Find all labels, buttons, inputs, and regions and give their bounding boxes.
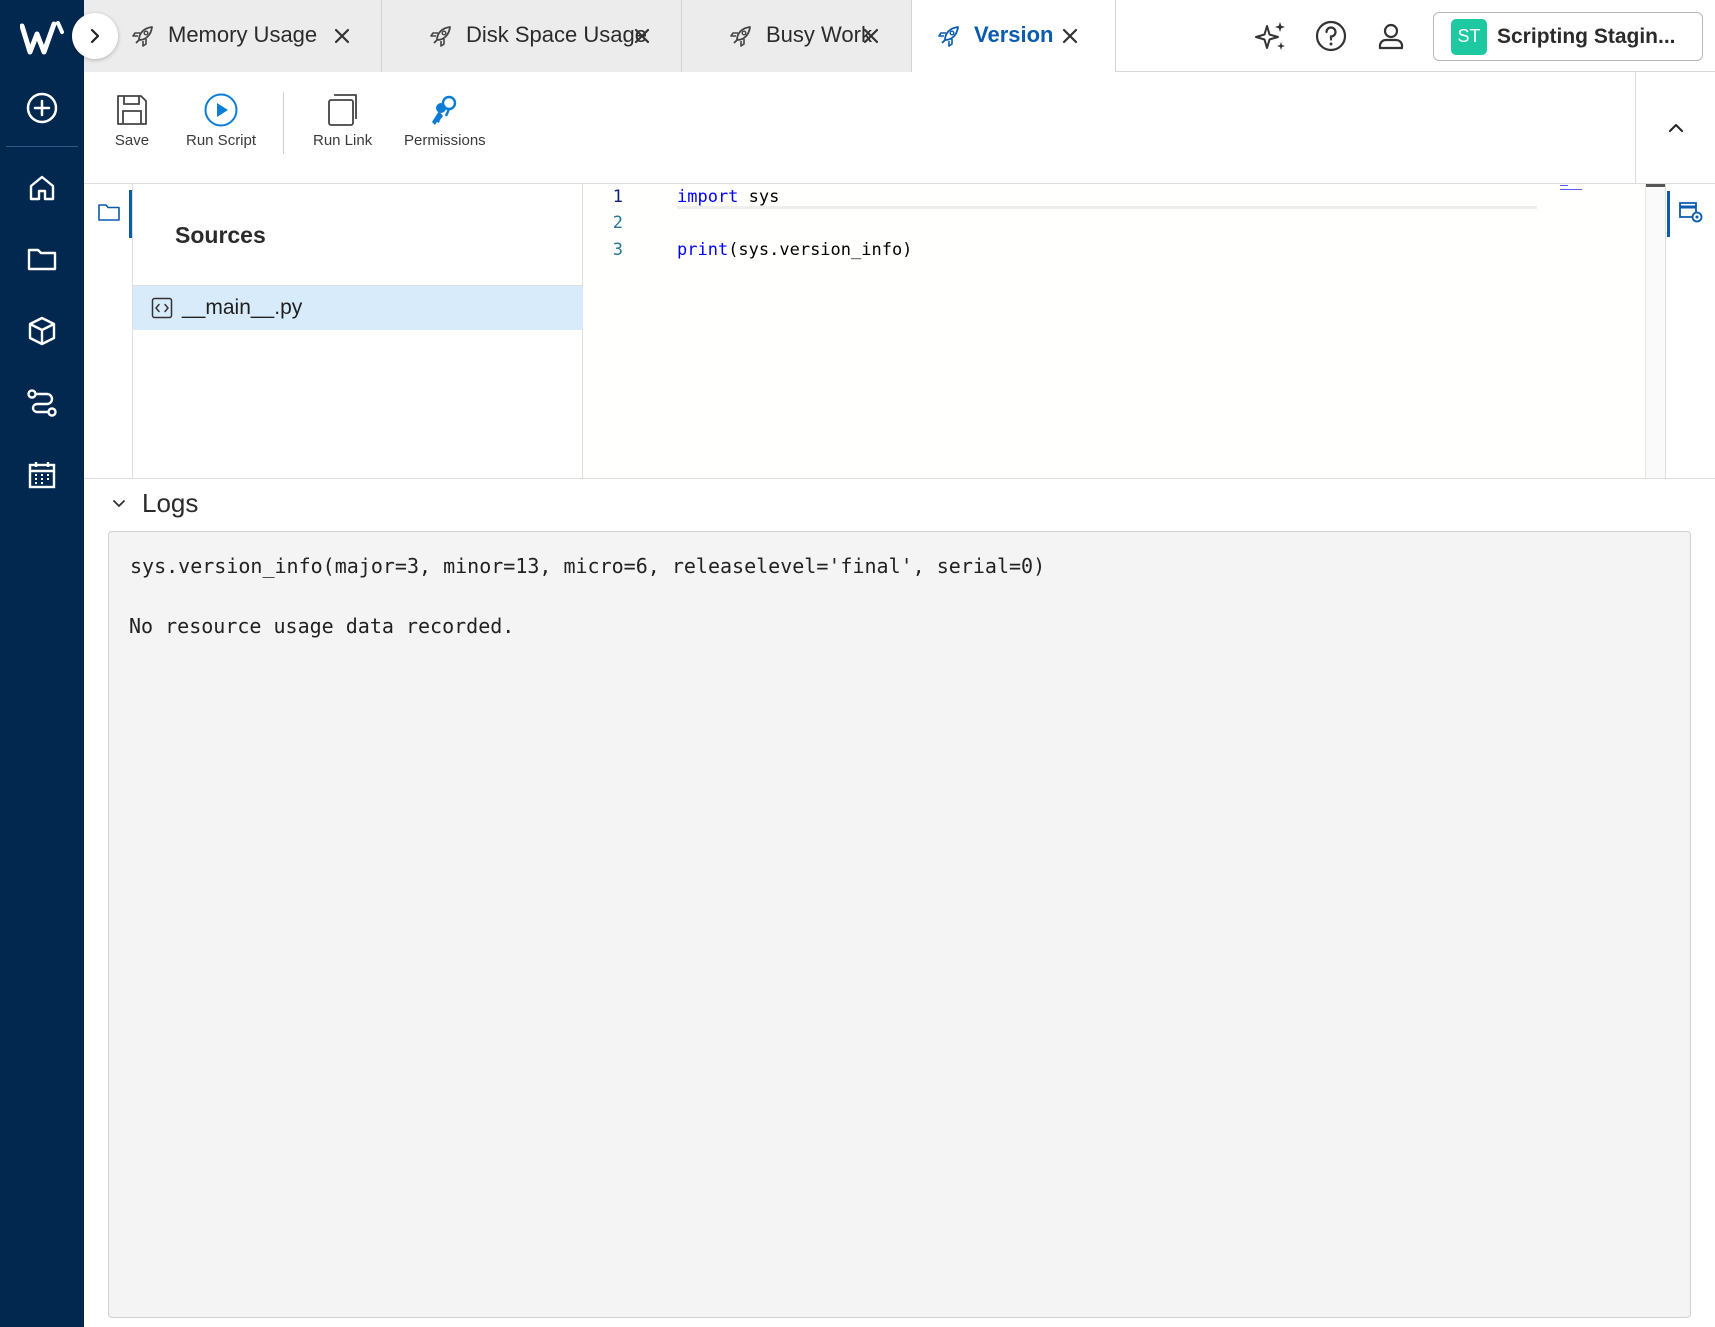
code-text: sys: [738, 187, 780, 207]
run-link-button[interactable]: Run Link: [313, 90, 372, 149]
tab-disk-space-usage[interactable]: Disk Space Usage: [382, 0, 682, 72]
copy-icon: [327, 94, 357, 126]
cube-icon: [28, 316, 56, 346]
key-icon: [431, 95, 457, 125]
plus-circle-icon: [26, 92, 58, 124]
code-keyword: import: [677, 187, 739, 207]
sources-title: Sources: [175, 222, 266, 248]
tab-version[interactable]: Version: [912, 0, 1116, 73]
workspace-name: Scripting Stagin...: [1497, 24, 1676, 48]
chevron-up-icon: [1668, 124, 1683, 132]
user-profile-button[interactable]: [1371, 16, 1411, 56]
create-button[interactable]: [0, 78, 84, 138]
logs-output[interactable]: sys.version_info(major=3, minor=13, micr…: [108, 531, 1691, 1318]
help-icon: [1315, 20, 1347, 52]
right-active-indicator: [1667, 191, 1670, 237]
code-line-3: print(sys.version_info): [677, 240, 912, 260]
play-circle-icon: [204, 93, 238, 127]
workflow-icon: [27, 389, 57, 417]
logs-title: Logs: [142, 488, 199, 518]
line-number: 1: [612, 187, 623, 207]
code-editor[interactable]: 1 2 3 import sys print(sys.version_info): [583, 184, 1645, 478]
nav-rail: [0, 0, 84, 1327]
chevron-right-icon: [90, 28, 100, 44]
close-icon[interactable]: [1058, 24, 1082, 48]
code-minimap[interactable]: [1558, 184, 1598, 194]
rocket-icon: [430, 26, 451, 47]
code-text: (sys.version_info): [728, 240, 913, 260]
workspace-selector[interactable]: ST Scripting Stagin...: [1433, 12, 1703, 61]
tab-label: Busy Work: [766, 22, 872, 47]
save-label: Save: [114, 132, 150, 149]
run-script-label: Run Script: [186, 132, 257, 149]
folder-icon: [27, 248, 57, 271]
tab-label: Memory Usage: [168, 22, 318, 47]
code-line-1: import sys: [677, 187, 779, 207]
line-number: 2: [612, 213, 623, 233]
nav-home[interactable]: [0, 158, 84, 218]
line-number: 3: [612, 240, 623, 260]
home-icon: [29, 175, 55, 201]
nav-schedules[interactable]: [0, 445, 84, 505]
close-icon[interactable]: [859, 24, 883, 48]
file-name: __main__.py: [182, 296, 303, 319]
log-line: No resource usage data recorded.: [129, 614, 515, 638]
user-icon: [1378, 23, 1404, 50]
permissions-label: Permissions: [404, 132, 486, 149]
toolbar: Save Run Script Run Link Permissions: [84, 72, 1635, 184]
rocket-icon: [938, 26, 959, 47]
run-link-label: Run Link: [313, 132, 373, 149]
save-button[interactable]: Save: [112, 90, 152, 149]
log-line: sys.version_info(major=3, minor=13, micr…: [130, 554, 1046, 578]
sparkle-icon: [1255, 22, 1285, 50]
toolbar-divider: [283, 92, 284, 154]
package-settings-icon[interactable]: [1677, 197, 1705, 225]
chevron-down-icon: [113, 499, 125, 507]
ai-assistant-button[interactable]: [1251, 16, 1291, 56]
nav-chains[interactable]: [0, 373, 84, 433]
run-script-button[interactable]: Run Script: [186, 90, 256, 149]
calendar-icon: [28, 462, 56, 489]
close-icon[interactable]: [630, 24, 654, 48]
tab-busy-work[interactable]: Busy Work: [682, 0, 912, 72]
collapse-toolbar-button[interactable]: [1635, 72, 1715, 184]
nav-files[interactable]: [0, 229, 84, 289]
current-line-highlight: [677, 206, 1537, 209]
tab-label: Disk Space Usage: [466, 22, 647, 47]
editor-scrollbar[interactable]: [1645, 184, 1666, 478]
logs-toggle[interactable]: Logs: [110, 488, 198, 519]
nav-packages[interactable]: [0, 301, 84, 361]
workspace-divider: [84, 478, 1715, 479]
expand-nav-button[interactable]: [72, 13, 118, 59]
explorer-activity-bar: [84, 184, 132, 478]
folder-icon[interactable]: [97, 202, 121, 222]
rocket-icon: [132, 26, 153, 47]
close-icon[interactable]: [330, 24, 354, 48]
tab-label: Version: [974, 22, 1054, 47]
help-button[interactable]: [1311, 16, 1351, 56]
nav-divider: [6, 146, 78, 147]
code-file-icon: [151, 297, 173, 319]
rocket-icon: [730, 26, 751, 47]
workspace-badge: ST: [1451, 18, 1487, 55]
permissions-button[interactable]: Permissions: [404, 90, 486, 149]
file-item-main[interactable]: __main__.py: [133, 286, 583, 330]
right-panel-bar: [1665, 184, 1715, 478]
logo-icon: [20, 21, 64, 55]
code-keyword: print: [677, 240, 729, 260]
scrollbar-thumb[interactable]: [1646, 184, 1666, 187]
save-icon: [117, 95, 147, 125]
tab-memory-usage[interactable]: Memory Usage: [84, 0, 382, 72]
sources-panel: Sources __main__.py: [132, 184, 583, 478]
